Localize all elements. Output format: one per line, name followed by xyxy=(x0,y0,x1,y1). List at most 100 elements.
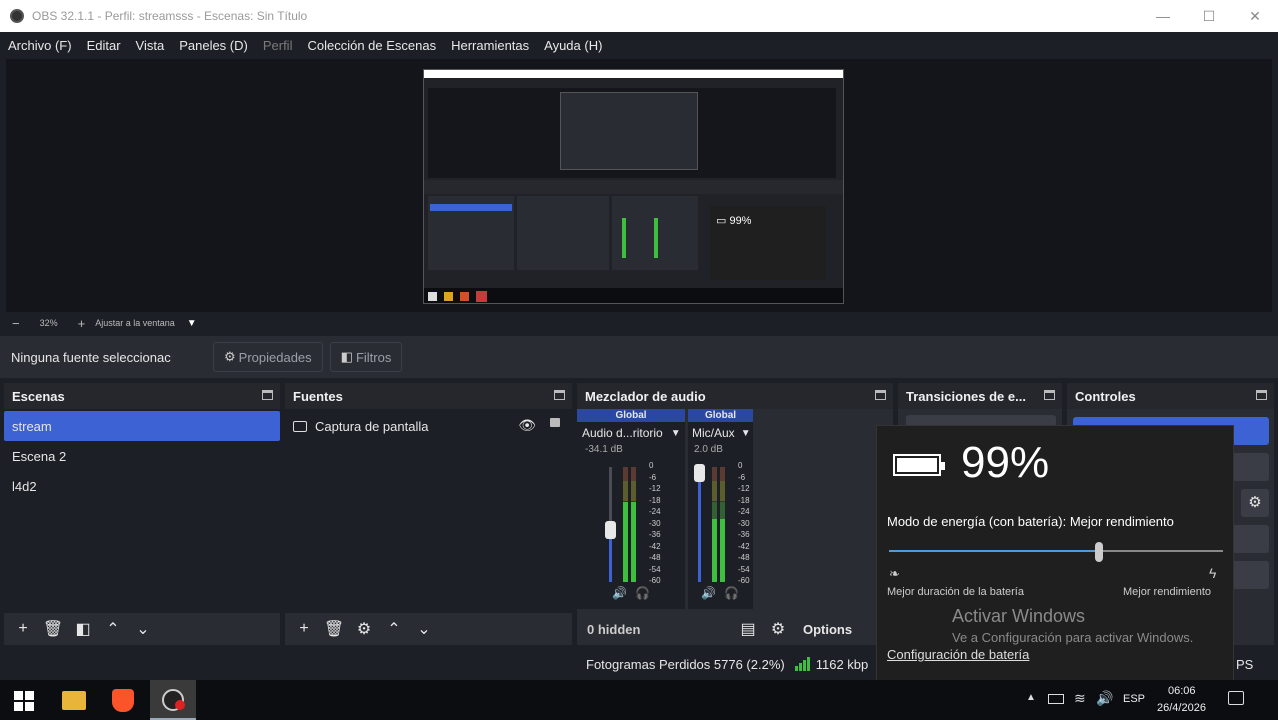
menu-vista[interactable]: Vista xyxy=(128,38,172,53)
meter-scale-label: -12 xyxy=(738,484,750,493)
undock-icon[interactable] xyxy=(875,390,886,400)
preview-zoom-bar: − 32% + Ajustar a la ventana ▼ xyxy=(0,313,1278,333)
meter-scale-label: -24 xyxy=(649,507,661,516)
menu-coleccion[interactable]: Colección de Escenas xyxy=(299,38,443,53)
chevron-up-icon[interactable]: ⌃ xyxy=(100,616,126,642)
headphones-icon[interactable]: 🎧 xyxy=(635,586,650,600)
zoom-dropdown-icon[interactable]: ▼ xyxy=(187,318,197,329)
best-battery-label: Mejor duración de la batería xyxy=(887,586,1024,598)
notifications-icon[interactable] xyxy=(1228,691,1244,705)
fit-window-label[interactable]: Ajustar a la ventana xyxy=(95,318,175,328)
brave-browser-icon[interactable] xyxy=(112,689,134,712)
mixer-header: Mezclador de audio xyxy=(577,383,893,409)
obs-taskbar-button[interactable] xyxy=(150,680,196,720)
chevron-up-icon[interactable]: ⌃ xyxy=(381,616,407,642)
show-hidden-icons[interactable]: ▲ xyxy=(1026,692,1036,703)
trash-icon[interactable]: 🗑 xyxy=(40,616,66,642)
menu-ayuda[interactable]: Ayuda (H) xyxy=(536,38,609,53)
obs-logo-icon xyxy=(10,9,24,23)
fps-tail: PS xyxy=(1236,656,1254,672)
maximize-button[interactable]: ☐ xyxy=(1186,0,1232,32)
undock-icon[interactable] xyxy=(554,390,565,400)
lock-icon[interactable] xyxy=(550,418,560,427)
windows-start-icon[interactable] xyxy=(14,691,34,711)
speaker-icon[interactable]: 🔊 xyxy=(612,586,627,600)
scenes-header: Escenas xyxy=(4,383,280,409)
filter-icon[interactable]: ◧ xyxy=(70,616,96,642)
layout-icon[interactable]: ▤ xyxy=(735,616,761,642)
mixer-channel: Global Audio d...ritorio ▼ -34.1 dB 0 -6 -… xyxy=(577,409,685,609)
transitions-title: Transiciones de e... xyxy=(906,388,1026,404)
battery-tray-icon[interactable] xyxy=(1048,694,1064,704)
scene-item[interactable]: stream xyxy=(4,411,280,441)
fader-knob[interactable] xyxy=(694,463,705,482)
fader-knob[interactable] xyxy=(605,521,616,540)
chevron-down-icon[interactable]: ▼ xyxy=(671,428,681,439)
meter-scale-label: -60 xyxy=(738,576,750,585)
slider-thumb[interactable] xyxy=(1095,542,1104,562)
sources-header: Fuentes xyxy=(285,383,572,409)
menu-archivo[interactable]: Archivo (F) xyxy=(0,38,79,53)
undock-icon[interactable] xyxy=(262,390,273,400)
meter-scale-label: -30 xyxy=(738,518,750,528)
signal-icon xyxy=(794,657,810,671)
scene-name: l4d2 xyxy=(12,478,37,494)
speaker-icon[interactable]: 🔊 xyxy=(701,586,716,600)
lightning-icon: ϟ xyxy=(1209,565,1217,581)
language-indicator[interactable]: ESP xyxy=(1123,693,1145,705)
menu-herramientas[interactable]: Herramientas xyxy=(443,38,536,53)
gear-icon: ⚙ xyxy=(224,349,236,364)
menu-perfil[interactable]: Perfil xyxy=(255,38,300,53)
meter-scale-label: -6 xyxy=(649,472,657,482)
audio-mixer-dock: Mezclador de audio Global Audio d...rito… xyxy=(577,383,893,645)
meter-scale-label: -36 xyxy=(649,530,661,539)
menu-paneles[interactable]: Paneles (D) xyxy=(171,38,255,53)
wifi-icon[interactable]: ≋ xyxy=(1074,690,1086,707)
zoom-out-button[interactable]: − xyxy=(12,316,20,331)
scene-item[interactable]: Escena 2 xyxy=(4,441,280,471)
clock-time[interactable]: 06:06 xyxy=(1168,685,1196,697)
channel-name: Audio d...ritorio xyxy=(582,426,663,440)
best-performance-label: Mejor rendimiento xyxy=(1123,586,1212,598)
power-mode-slider[interactable] xyxy=(889,542,1223,562)
undock-icon[interactable] xyxy=(1256,390,1267,400)
zoom-in-button[interactable]: + xyxy=(78,316,86,331)
meter-scale-label: 0 xyxy=(738,461,743,470)
battery-flyout: 99% Modo de energía (con batería): Mejor… xyxy=(876,425,1234,682)
trash-icon[interactable]: 🗑 xyxy=(321,616,347,642)
menu-editar[interactable]: Editar xyxy=(79,38,128,53)
filter-icon: ◧ xyxy=(340,349,353,364)
meter-scale-label: -24 xyxy=(738,507,750,516)
chevron-down-icon[interactable]: ⌄ xyxy=(130,616,156,642)
undock-icon[interactable] xyxy=(1044,390,1055,400)
channel-db: 2.0 dB xyxy=(694,444,723,455)
source-item[interactable]: Captura de pantalla 👁 xyxy=(285,411,572,441)
eye-icon[interactable]: 👁 xyxy=(518,417,536,434)
chevron-down-icon[interactable]: ⌄ xyxy=(411,616,437,642)
volume-icon[interactable]: 🔊 xyxy=(1096,690,1113,707)
scene-name: stream xyxy=(12,418,52,434)
meter-scale-label: -42 xyxy=(738,541,750,551)
meter-scale-label: -36 xyxy=(738,530,750,539)
battery-settings-link[interactable]: Configuración de batería xyxy=(887,647,1029,662)
source-name: Captura de pantalla xyxy=(315,418,429,434)
properties-button[interactable]: ⚙ Propiedades xyxy=(213,342,323,372)
controls-gear-icon[interactable]: ⚙ xyxy=(1241,489,1269,517)
options-button[interactable]: Options xyxy=(803,622,852,637)
file-explorer-icon[interactable] xyxy=(62,691,86,710)
headphones-icon[interactable]: 🎧 xyxy=(724,586,739,600)
add-icon[interactable]: + xyxy=(291,616,317,642)
chevron-down-icon[interactable]: ▼ xyxy=(741,428,751,439)
sources-dock: Fuentes Captura de pantalla 👁 + 🗑 ⚙ ⌃ ⌄ xyxy=(285,383,572,645)
scene-name: Escena 2 xyxy=(12,448,67,464)
settings-icon[interactable]: ⚙ xyxy=(765,616,791,642)
scene-item[interactable]: l4d2 xyxy=(4,471,280,501)
gear-icon[interactable]: ⚙ xyxy=(351,616,377,642)
mixer-title: Mezclador de audio xyxy=(585,388,706,404)
filters-button[interactable]: ◧ Filtros xyxy=(329,342,403,372)
minimize-button[interactable]: — xyxy=(1140,0,1186,32)
add-icon[interactable]: + xyxy=(10,616,36,642)
meter-scale-label: -6 xyxy=(738,472,746,482)
clock-date[interactable]: 26/4/2026 xyxy=(1157,702,1206,714)
close-button[interactable]: ✕ xyxy=(1232,0,1278,32)
